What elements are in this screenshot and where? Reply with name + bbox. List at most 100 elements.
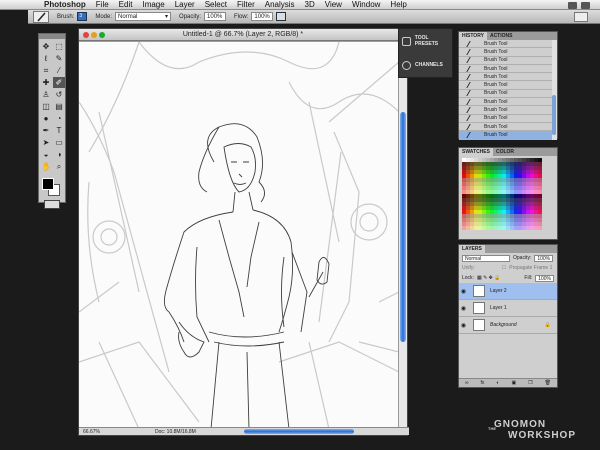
layers-opacity-input[interactable]: 100% [534, 254, 554, 262]
history-item[interactable]: Brush Tool [459, 131, 557, 140]
history-item[interactable]: Brush Tool [459, 115, 557, 123]
quick-select-tool-icon[interactable]: ✎ [53, 53, 65, 64]
menu-edit[interactable]: Edit [119, 0, 133, 9]
link-layers-icon[interactable]: ∞ [465, 380, 469, 386]
menu-3d[interactable]: 3D [305, 0, 315, 9]
layer-row-layer-2[interactable]: ◉ Layer 2 [459, 283, 557, 300]
tab-history[interactable]: HISTORY [459, 32, 487, 40]
brush-size-picker[interactable]: 3 [77, 12, 88, 21]
lasso-tool-icon[interactable]: ℓ [40, 53, 52, 64]
3d-rotate-tool-icon[interactable]: ◒ [40, 149, 52, 160]
history-item[interactable]: Brush Tool [459, 81, 557, 90]
gradient-tool-icon[interactable]: ▤ [53, 101, 65, 112]
menu-image[interactable]: Image [142, 0, 164, 9]
eyedropper-tool-icon[interactable]: ⁄ [53, 65, 65, 76]
new-layer-button[interactable]: ❐ [528, 380, 532, 386]
history-item[interactable]: Brush Tool [459, 98, 557, 107]
layer-row-layer-1[interactable]: ◉ Layer 1 [459, 300, 557, 317]
horizontal-scroll-thumb[interactable] [244, 429, 354, 434]
opacity-input[interactable]: 100% [204, 12, 227, 21]
healing-tool-icon[interactable]: ✚ [40, 77, 52, 88]
blend-mode-select[interactable]: Normal [462, 254, 510, 262]
adjustment-button[interactable]: ▣ [511, 380, 516, 386]
menu-analysis[interactable]: Analysis [265, 0, 295, 9]
visibility-eye-icon[interactable]: ◉ [459, 322, 468, 329]
channels-button[interactable]: CHANNELS [399, 53, 452, 77]
swatch-grid[interactable] [459, 156, 557, 232]
swatch[interactable] [538, 226, 542, 230]
menu-select[interactable]: Select [205, 0, 227, 9]
layers-panel: LAYERS Normal Opacity: 100% Unify: ☐ Pro… [458, 244, 558, 388]
menu-window[interactable]: Window [352, 0, 380, 9]
history-item-label: Brush Tool [484, 123, 508, 130]
marquee-tool-icon[interactable]: ⬚ [53, 41, 65, 52]
menu-layer[interactable]: Layer [175, 0, 195, 9]
history-item[interactable]: Brush Tool [459, 106, 557, 115]
vertical-scroll-thumb[interactable] [400, 112, 406, 342]
document-title-bar[interactable]: Untitled-1 @ 66.7% (Layer 2, RGB/8) * [79, 29, 407, 41]
pen-tool-icon[interactable]: ✒ [40, 125, 52, 136]
doc-size[interactable]: Doc: 10.8M/16.8M [155, 429, 196, 435]
type-tool-icon[interactable]: T [53, 125, 65, 136]
display-icon [581, 1, 590, 9]
menu-filter[interactable]: Filter [237, 0, 255, 9]
brush-icon [466, 73, 480, 80]
menu-file[interactable]: File [96, 0, 109, 9]
visibility-eye-icon[interactable]: ◉ [459, 305, 468, 312]
vertical-scrollbar[interactable] [398, 42, 407, 429]
history-item[interactable]: Brush Tool [459, 123, 557, 132]
dodge-tool-icon[interactable]: ◔ [53, 113, 65, 124]
history-item[interactable]: Brush Tool [459, 48, 557, 57]
visibility-eye-icon[interactable]: ◉ [459, 288, 468, 295]
quick-mask-icon[interactable] [44, 200, 60, 209]
tab-actions[interactable]: ACTIONS [487, 32, 516, 40]
trash-icon[interactable]: 🗑 [545, 380, 551, 386]
channels-icon [402, 60, 411, 70]
app-menu[interactable]: Photoshop [44, 0, 86, 9]
tab-layers[interactable]: LAYERS [459, 245, 485, 253]
lock-icons[interactable]: ▦ ✎ ✥ 🔒 [477, 275, 501, 281]
history-item[interactable]: Brush Tool [459, 57, 557, 65]
propagate-checkbox[interactable]: ☐ [502, 265, 506, 271]
mode-label: Mode: [95, 13, 113, 20]
blur-tool-icon[interactable]: ● [40, 113, 52, 124]
path-select-tool-icon[interactable]: ➤ [40, 137, 52, 148]
brush-label: Brush: [57, 13, 75, 20]
move-tool-icon[interactable]: ✥ [40, 41, 52, 52]
history-item[interactable]: Brush Tool [459, 73, 557, 82]
crop-tool-icon[interactable]: ⌗ [40, 65, 52, 76]
hand-tool-icon[interactable]: ✋ [40, 161, 52, 172]
layers-unify-row: Unify: ☐ Propagate Frame 1 [459, 263, 557, 273]
3d-orbit-tool-icon[interactable]: ◑ [53, 149, 65, 160]
history-scroll-thumb[interactable] [552, 95, 556, 135]
tablet-pressure-button[interactable] [574, 12, 588, 22]
zoom-tool-icon[interactable]: ⌕ [53, 161, 65, 172]
layer-row-background[interactable]: ◉ Background 🔒 [459, 317, 557, 334]
brush-icon [466, 123, 480, 130]
clone-stamp-tool-icon[interactable]: ♙ [40, 89, 52, 100]
tab-color[interactable]: COLOR [493, 148, 517, 156]
brush-preset-picker[interactable] [33, 10, 49, 23]
history-brush-tool-icon[interactable]: ↺ [53, 89, 65, 100]
shape-tool-icon[interactable]: ▭ [53, 137, 65, 148]
mask-button[interactable]: ◐ [496, 380, 499, 386]
brush-tool-icon[interactable]: ✐ [53, 77, 65, 88]
foreground-color[interactable] [42, 178, 54, 190]
flow-input[interactable]: 100% [251, 12, 274, 21]
eraser-tool-icon[interactable]: ◫ [40, 101, 52, 112]
menu-help[interactable]: Help [390, 0, 406, 9]
history-item[interactable]: Brush Tool [459, 40, 557, 49]
tab-swatches[interactable]: SWATCHES [459, 148, 493, 156]
layer-style-button[interactable]: fx [481, 380, 485, 386]
tool-presets-button[interactable]: TOOL PRESETS [399, 29, 452, 53]
history-item[interactable]: Brush Tool [459, 65, 557, 74]
history-scrollbar[interactable] [552, 40, 557, 140]
history-item[interactable]: Brush Tool [459, 90, 557, 99]
layers-tabs: LAYERS [459, 245, 557, 253]
fill-input[interactable]: 100% [535, 274, 554, 282]
mode-select[interactable]: Normal ▾ [115, 12, 172, 21]
menu-view[interactable]: View [325, 0, 342, 9]
zoom-level[interactable]: 66.67% [83, 429, 105, 435]
airbrush-toggle[interactable] [276, 12, 287, 21]
canvas[interactable] [79, 42, 399, 429]
